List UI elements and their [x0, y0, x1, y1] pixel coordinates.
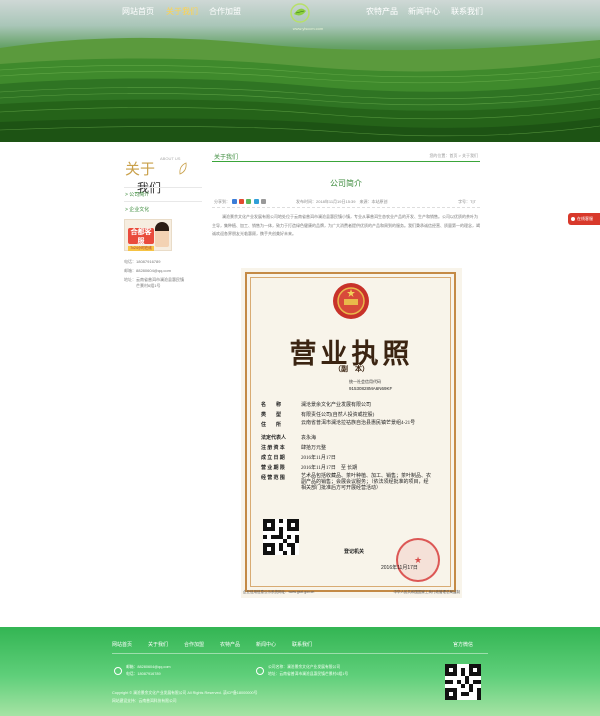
official-seal-icon: ★: [396, 538, 440, 582]
footer-address: 地址：云南省普洱市澜沧县惠民镇芒景村6组1号: [268, 672, 349, 676]
license-footnote-right: 中华人民共和国国家工商行政管理总局监制: [393, 590, 461, 594]
footer-wechat-label: 官方微信: [453, 642, 474, 648]
footer-nav-contact[interactable]: 联系我们: [292, 641, 312, 648]
sidebar-title-en: ABOUT US: [160, 156, 181, 161]
customer-service-badge: 合都客服 7x24小时在线: [128, 228, 154, 251]
nav-about[interactable]: 关于我们: [166, 6, 198, 17]
license-footnote-left: 企业信用信息公示系统网址：www.gsxt.gov.cn: [243, 590, 315, 594]
footer-nav-about[interactable]: 关于我们: [148, 641, 168, 648]
contact-address-2: 芒景村6组1号: [136, 283, 161, 288]
registration-office: 登记机关: [344, 549, 365, 555]
customer-service-banner[interactable]: 合都客服 7x24小时在线: [124, 219, 172, 251]
location-icon: [256, 667, 264, 675]
business-license-image: 营业执照 （副 本） 统一社会信用代码 91530828MA6N69KF 名 称…: [241, 268, 462, 598]
leaf-icon: [179, 162, 187, 175]
license-qr-code: [263, 519, 299, 555]
article-body: 澜沧景余文化产业发展有限公司地处位于云南省普洱市澜沧县惠民镇小镇，专业从事普洱生…: [212, 214, 480, 236]
hero-banner: 网站首页 关于我们 合作加盟 农特产品 新闻中心 联系我们 www.ylsccm…: [0, 0, 600, 142]
floating-service-button[interactable]: 在线客服: [568, 213, 600, 225]
footer-email: 邮箱：88280604@qq.com: [126, 665, 171, 669]
logo-subtitle: www.ylsccm.com: [292, 26, 324, 31]
breadcrumb-path[interactable]: 您的位置：首页 > 关于我们: [429, 153, 478, 159]
footer-nav-home[interactable]: 网站首页: [112, 641, 132, 648]
nav-products[interactable]: 农特产品: [366, 6, 398, 17]
footer-copyright: Copyright © 澜沧景余文化产业发展有限公司 All Rights Re…: [112, 691, 258, 695]
agent-hair: [155, 222, 169, 231]
divider: [124, 187, 202, 188]
footer: 网站首页 关于我们 合作加盟 农特产品 新闻中心 联系我们 官方微信 邮箱：88…: [0, 627, 600, 716]
contact-email: 邮箱：88280604@qq.com: [124, 268, 171, 273]
article-meta: 分享到： 发布时间：2018年11月19日15:39 来源：本站原创 字号：T|…: [212, 197, 480, 208]
article-info: 发布时间：2018年11月19日15:39 来源：本站原创: [296, 199, 388, 204]
nav-contact[interactable]: 联系我们: [451, 6, 483, 17]
nav-join[interactable]: 合作加盟: [209, 6, 241, 17]
nav-home[interactable]: 网站首页: [122, 6, 154, 17]
wechat-qr-code: [445, 664, 481, 700]
sidebar-link-culture[interactable]: > 企业文化: [125, 206, 149, 213]
share-qq-icon[interactable]: [253, 199, 259, 205]
nav-news[interactable]: 新闻中心: [408, 6, 440, 17]
share-qzone-icon[interactable]: [232, 199, 238, 205]
font-size-toggle[interactable]: 字号：T|T: [458, 199, 476, 205]
contact-phone: 电话：18087916789: [124, 259, 161, 264]
mail-icon: [114, 667, 122, 675]
footer-company: 公司名称：澜沧景余文化产业发展有限公司: [268, 665, 341, 669]
license-copy-label: （副 本）: [334, 366, 369, 373]
footer-nav-products[interactable]: 农特产品: [220, 641, 240, 648]
footer-nav-join[interactable]: 合作加盟: [184, 641, 204, 648]
sidebar-link-intro[interactable]: > 公司简介: [125, 191, 149, 198]
license-code: 91530828MA6N69KF: [349, 386, 393, 391]
breadcrumb: 关于我们 您的位置：首页 > 关于我们: [212, 151, 480, 162]
share-weibo-icon[interactable]: [239, 199, 245, 205]
license-code-label: 统一社会信用代码: [349, 379, 381, 384]
share-bar: 分享到：: [214, 199, 266, 205]
leaf-logo-icon[interactable]: [289, 3, 311, 23]
share-more-icon[interactable]: [260, 199, 266, 205]
footer-support: 网站建设支持：云南普洱科技有限公司: [112, 699, 177, 703]
section-title: 关于我们: [214, 155, 239, 161]
chat-icon: [571, 216, 575, 221]
footer-divider: [112, 653, 488, 654]
national-emblem-icon: [333, 283, 369, 319]
page-title: 公司简介: [330, 179, 362, 188]
footer-phone: 电话：18087916789: [126, 672, 161, 676]
footer-nav-news[interactable]: 新闻中心: [256, 641, 276, 648]
divider: [124, 201, 202, 202]
registration-date: 2016年11月17日: [381, 565, 418, 571]
share-wechat-icon[interactable]: [246, 199, 252, 205]
